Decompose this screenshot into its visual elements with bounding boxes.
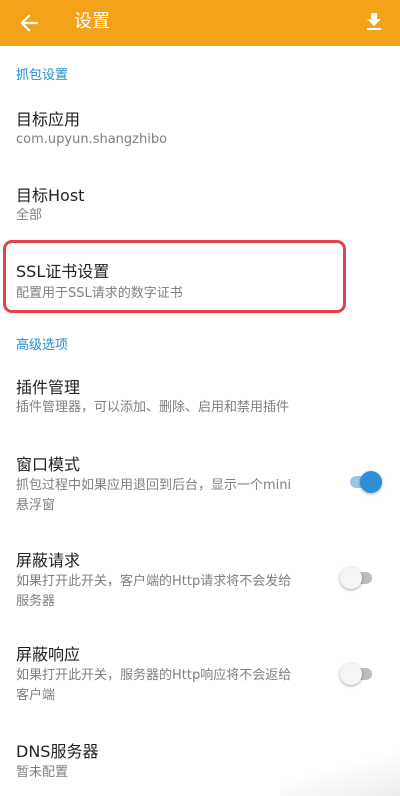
block-request-toggle[interactable]: [340, 566, 374, 590]
toggle-knob: [360, 471, 382, 493]
setting-summary: 如果打开此开关，服务器的Http响应将不会返给: [16, 668, 292, 683]
window-mode-toggle[interactable]: [348, 470, 382, 494]
setting-block-response[interactable]: 屏蔽响应 如果打开此开关，服务器的Http响应将不会返给 客户端: [0, 630, 400, 710]
setting-plugins[interactable]: 插件管理 插件管理器，可以添加、删除、启用和禁用插件: [0, 364, 400, 426]
setting-target-app[interactable]: 目标应用 com.upyun.shangzhibo: [0, 96, 400, 158]
corner-shade: [280, 736, 400, 796]
setting-title: 目标Host: [16, 186, 85, 205]
setting-summary-line2: 服务器: [16, 594, 56, 609]
section-header-capture: 抓包设置: [16, 68, 69, 83]
setting-title: 窗口模式: [16, 455, 81, 474]
setting-summary: 如果打开此开关，客户端的Http请求将不会发给: [16, 574, 292, 589]
setting-summary-line2: 客户端: [16, 688, 56, 703]
setting-title: 插件管理: [16, 378, 81, 397]
setting-title: 目标应用: [16, 110, 81, 129]
setting-block-request[interactable]: 屏蔽请求 如果打开此开关，客户端的Http请求将不会发给 服务器: [0, 536, 400, 616]
setting-target-host[interactable]: 目标Host 全部: [0, 172, 400, 234]
toggle-knob: [340, 567, 362, 589]
setting-summary: com.upyun.shangzhibo: [16, 132, 168, 147]
block-response-toggle[interactable]: [340, 662, 374, 686]
section-header-advanced: 高级选项: [16, 338, 69, 353]
download-icon[interactable]: [362, 10, 386, 34]
toggle-knob: [340, 663, 362, 685]
setting-title: 屏蔽请求: [16, 551, 81, 570]
setting-summary: 全部: [16, 208, 43, 223]
setting-title: 屏蔽响应: [16, 645, 81, 664]
page-title: 设置: [74, 11, 110, 32]
setting-summary-line2: 悬浮窗: [16, 498, 56, 513]
setting-title: DNS服务器: [16, 742, 99, 761]
arrow-back-icon[interactable]: [16, 10, 42, 36]
setting-window-mode[interactable]: 窗口模式 抓包过程中如果应用退回到后台，显示一个mini 悬浮窗: [0, 440, 400, 520]
setting-summary: 抓包过程中如果应用退回到后台，显示一个mini: [16, 478, 292, 493]
app-bar: 设置: [0, 0, 400, 46]
setting-summary: 插件管理器，可以添加、删除、启用和禁用插件: [16, 400, 290, 415]
highlight-box: [3, 240, 346, 313]
setting-summary: 暂未配置: [16, 765, 69, 780]
